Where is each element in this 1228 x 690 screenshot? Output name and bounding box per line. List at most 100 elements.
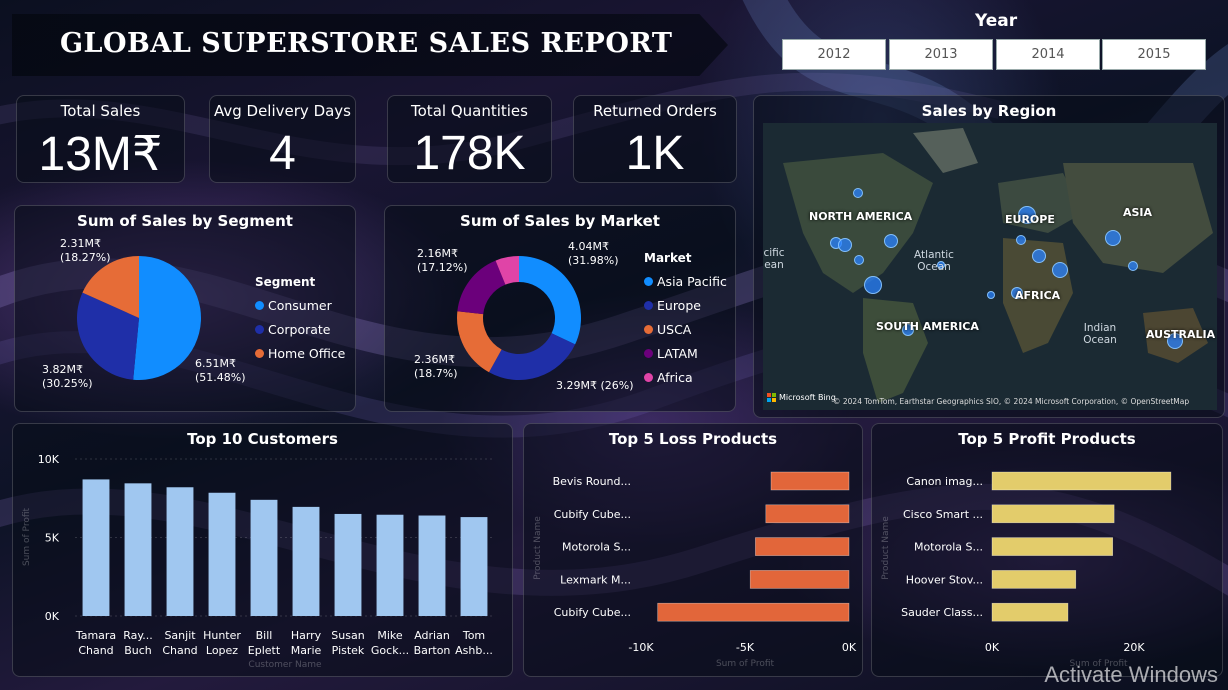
kpi-card-total-sales[interactable]: Total Sales 13M₹: [16, 95, 185, 183]
x-tick-label: Lopez: [206, 644, 238, 657]
segment-label-home-office-pct: (18.27%): [60, 251, 111, 264]
legend-item-latam[interactable]: LATAM: [644, 346, 727, 361]
year-option-2015[interactable]: 2015: [1102, 39, 1206, 70]
y-tick-label: 5K: [45, 532, 60, 545]
x-tick-label: Buch: [124, 644, 152, 657]
market-label-asia-pacific: 4.04M₹ (31.98%): [568, 240, 619, 268]
map-label-australia: AUSTRALIA: [1146, 328, 1216, 341]
year-option-2012[interactable]: 2012: [782, 39, 886, 70]
customer-bar[interactable]: [418, 515, 446, 616]
map-bubble[interactable]: [884, 234, 898, 248]
map-bubble[interactable]: [1128, 261, 1138, 271]
legend-item-consumer[interactable]: Consumer: [255, 298, 345, 313]
legend-dot: [644, 301, 653, 310]
map-bubble[interactable]: [1105, 230, 1121, 246]
market-label-usca-value: 2.36M₹: [414, 353, 455, 366]
legend-item-home-office[interactable]: Home Office: [255, 346, 345, 361]
kpi-card-returned-orders[interactable]: Returned Orders 1K: [573, 95, 737, 183]
map-bubble[interactable]: [1016, 235, 1026, 245]
profit-products-panel[interactable]: Top 5 Profit Products Canon imag... Cisco…: [871, 423, 1223, 677]
product-bar[interactable]: [765, 504, 850, 524]
world-map[interactable]: NORTH AMERICA EUROPE ASIA AFRICA SOUTH A…: [763, 123, 1217, 410]
year-option-2013[interactable]: 2013: [889, 39, 993, 70]
y-tick-label: Motorola S...: [562, 541, 631, 554]
product-bar[interactable]: [991, 570, 1077, 589]
segment-label-home-office: 2.31M₹ (18.27%): [60, 237, 111, 265]
loss-products-bar-chart[interactable]: Bevis Round... Cubify Cube... Motorola S..…: [524, 424, 864, 678]
x-tick-label: Chand: [78, 644, 113, 657]
year-option-2014[interactable]: 2014: [996, 39, 1100, 70]
x-tick-label: Chand: [162, 644, 197, 657]
map-bubble[interactable]: [853, 188, 863, 198]
map-attribution[interactable]: © 2024 TomTom, Earthstar Geographics SIO…: [833, 397, 1189, 406]
x-tick-label: Eplett: [248, 644, 281, 657]
market-label-asia-pacific-value: 4.04M₹: [568, 240, 609, 253]
product-bar[interactable]: [991, 602, 1069, 622]
slice-consumer[interactable]: [133, 256, 202, 380]
x-axis-title: Sum of Profit: [716, 659, 775, 669]
year-filter-label: Year: [975, 11, 1018, 31]
segment-chart-panel[interactable]: Sum of Sales by Segment 6.51M₹ (51.48%) 3…: [14, 205, 356, 412]
segment-label-corporate-value: 3.82M₹: [42, 363, 83, 376]
profit-products-bar-chart[interactable]: Canon imag... Cisco Smart ... Motorola S..…: [872, 424, 1224, 678]
product-bar[interactable]: [657, 602, 850, 622]
customer-bar[interactable]: [334, 513, 362, 616]
market-donut-chart[interactable]: [455, 254, 583, 382]
legend-label: Home Office: [268, 346, 346, 361]
map-label-pacific-partial: cific ean: [763, 247, 785, 271]
map-bubble[interactable]: [854, 255, 864, 265]
legend-item-corporate[interactable]: Corporate: [255, 322, 345, 337]
product-bar[interactable]: [749, 570, 850, 589]
product-bar[interactable]: [991, 504, 1115, 524]
customer-bar[interactable]: [166, 487, 194, 616]
slice-asia-pacific[interactable]: [519, 256, 581, 345]
kpi-card-avg-delivery-days[interactable]: Avg Delivery Days 4: [209, 95, 356, 183]
market-label-latam-pct: (17.12%): [417, 261, 468, 274]
customer-bar[interactable]: [376, 514, 404, 616]
region-map-panel[interactable]: Sales by Region NORTH AMERICA EUROPE ASI…: [753, 95, 1225, 418]
x-tick-label: Susan: [331, 629, 364, 642]
market-legend: Market Asia Pacific Europe USCA LATAM Af…: [644, 251, 727, 385]
customer-bar[interactable]: [208, 492, 236, 616]
x-tick-label: Adrian: [414, 629, 450, 642]
legend-label: Africa: [657, 370, 693, 385]
legend-item-asia-pacific[interactable]: Asia Pacific: [644, 274, 727, 289]
kpi-card-total-quantities[interactable]: Total Quantities 178K: [387, 95, 552, 183]
legend-item-africa[interactable]: Africa: [644, 370, 727, 385]
legend-label: Consumer: [268, 298, 332, 313]
map-bubble[interactable]: [1052, 262, 1068, 278]
customer-bar[interactable]: [82, 479, 110, 616]
product-bar[interactable]: [991, 471, 1172, 491]
product-bar[interactable]: [755, 537, 850, 556]
slice-europe[interactable]: [489, 333, 576, 380]
segment-label-consumer-pct: (51.48%): [195, 371, 246, 384]
microsoft-logo-icon: [767, 393, 776, 402]
customer-bar[interactable]: [292, 506, 320, 616]
map-label-europe: EUROPE: [1005, 213, 1055, 226]
map-bubble[interactable]: [987, 291, 995, 299]
product-bar[interactable]: [991, 537, 1113, 556]
map-bubble[interactable]: [864, 276, 882, 294]
product-bar[interactable]: [770, 471, 850, 491]
market-label-usca-pct: (18.7%): [414, 367, 458, 380]
map-bubble[interactable]: [1032, 249, 1046, 263]
map-label-asia: ASIA: [1123, 206, 1153, 219]
segment-pie-chart[interactable]: [75, 254, 203, 382]
top-customers-bar-chart[interactable]: 0K 5K 10K Tamara Chand Ray... Buch Sanjit Chand H…: [13, 424, 514, 678]
kpi-label: Total Quantities: [411, 102, 528, 120]
top-customers-panel[interactable]: Top 10 Customers 0K 5K 10K Tamara Chand Ray..…: [12, 423, 513, 677]
market-chart-panel[interactable]: Sum of Sales by Market 4.04M₹ (31.98%) 3.…: [384, 205, 736, 412]
legend-dot: [644, 277, 653, 286]
map-label-north-america: NORTH AMERICA: [809, 210, 913, 223]
customer-bar[interactable]: [124, 483, 152, 616]
y-tick-label: Cisco Smart ...: [903, 508, 983, 521]
customer-bar[interactable]: [250, 499, 278, 616]
x-tick-label: Ashb...: [455, 644, 493, 657]
customer-bar[interactable]: [460, 517, 488, 616]
y-tick-label: Lexmark M...: [560, 573, 631, 586]
legend-dot: [644, 325, 653, 334]
legend-item-europe[interactable]: Europe: [644, 298, 727, 313]
loss-products-panel[interactable]: Top 5 Loss Products Bevis Round... Cubify…: [523, 423, 863, 677]
map-bubble[interactable]: [838, 238, 852, 252]
legend-item-usca[interactable]: USCA: [644, 322, 727, 337]
